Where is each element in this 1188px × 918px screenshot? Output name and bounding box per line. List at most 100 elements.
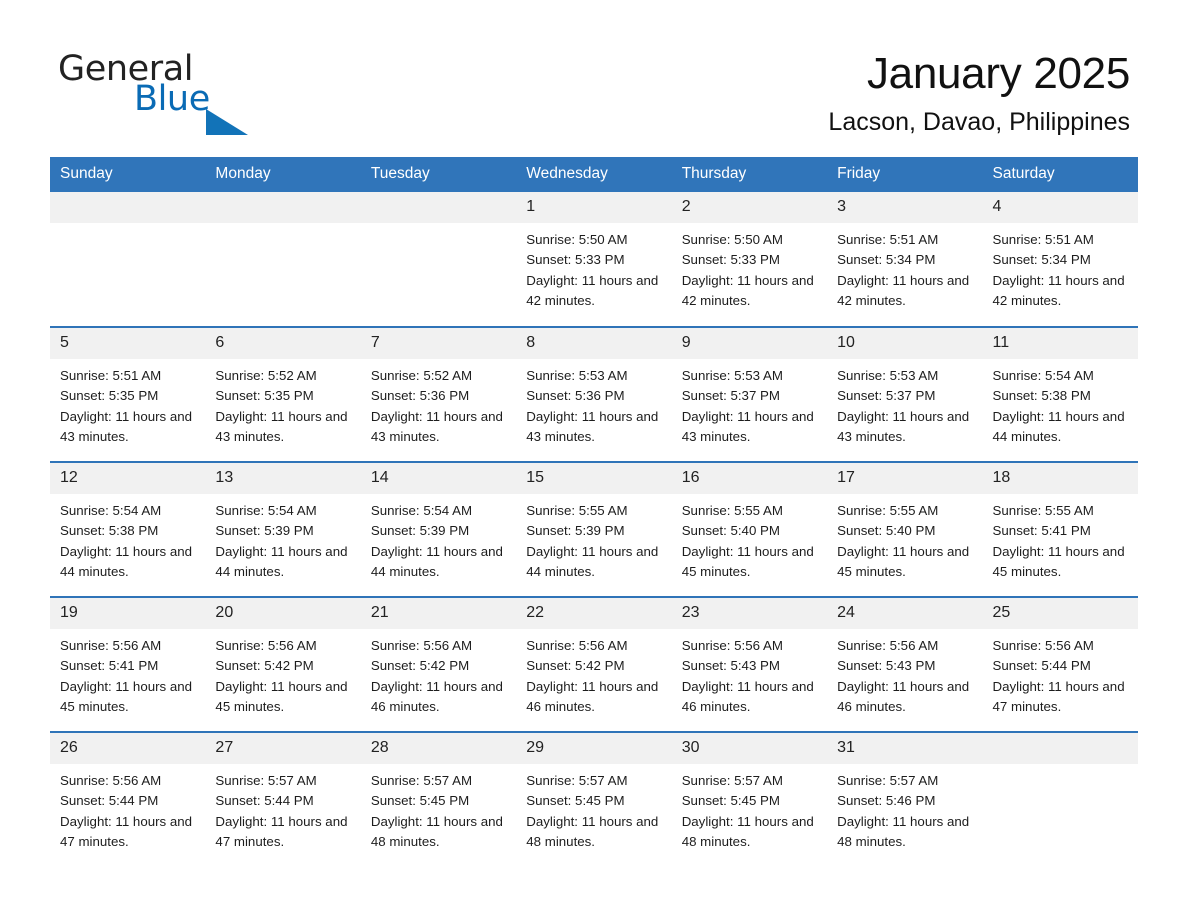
day-details: Sunrise: 5:53 AM Sunset: 5:37 PM Daylight:… (827, 359, 982, 447)
page-header: General Blue January 2025 Lacson, Davao,… (0, 0, 1188, 150)
daylight-text: Daylight: 11 hours and 42 minutes. (837, 272, 970, 308)
sunset-text: Sunset: 5:38 PM (992, 388, 1091, 404)
day-number: 17 (827, 463, 983, 494)
calendar-day-cell[interactable]: 19 Sunrise: 5:56 AM Sunset: 5:41 PM Dayligh… (50, 596, 206, 732)
calendar-day-cell[interactable]: 26 Sunrise: 5:56 AM Sunset: 5:44 PM Dayligh… (50, 731, 206, 867)
sunset-text: Sunset: 5:42 PM (215, 658, 314, 674)
sunrise-text: Sunrise: 5:53 AM (681, 368, 783, 383)
calendar-day-cell[interactable]: 22 Sunrise: 5:56 AM Sunset: 5:42 PM Dayligh… (516, 596, 672, 732)
daylight-text: Daylight: 11 hours and 43 minutes. (215, 408, 348, 444)
calendar-day-cell[interactable]: 16 Sunrise: 5:55 AM Sunset: 5:40 PM Dayligh… (671, 461, 828, 597)
sunrise-text: Sunrise: 5:56 AM (60, 773, 162, 788)
sunset-text: Sunset: 5:42 PM (526, 658, 625, 674)
calendar-day-cell[interactable]: 3 Sunrise: 5:51 AM Sunset: 5:34 PM Daylight… (827, 192, 983, 327)
day-number: 15 (516, 463, 672, 494)
day-details: Sunrise: 5:54 AM Sunset: 5:39 PM Daylight:… (205, 494, 360, 582)
daylight-text: Daylight: 11 hours and 44 minutes. (215, 543, 348, 579)
sunrise-text: Sunrise: 5:56 AM (681, 638, 783, 653)
day-number: 7 (360, 328, 517, 359)
daylight-text: Daylight: 11 hours and 45 minutes. (837, 543, 970, 579)
calendar-week-row: 5 Sunrise: 5:51 AM Sunset: 5:35 PM Daylight… (50, 326, 1138, 462)
daylight-text: Daylight: 11 hours and 45 minutes. (992, 543, 1125, 579)
day-details: Sunrise: 5:56 AM Sunset: 5:42 PM Daylight:… (516, 629, 671, 717)
calendar-week-row: 12 Sunrise: 5:54 AM Sunset: 5:38 PM Dayligh… (50, 461, 1138, 597)
day-details: Sunrise: 5:51 AM Sunset: 5:34 PM Daylight:… (827, 223, 982, 311)
sunrise-text: Sunrise: 5:51 AM (992, 232, 1094, 247)
calendar-day-cell[interactable]: 11 Sunrise: 5:54 AM Sunset: 5:38 PM Dayligh… (982, 326, 1138, 462)
day-details: Sunrise: 5:56 AM Sunset: 5:43 PM Daylight:… (827, 629, 982, 717)
daylight-text: Daylight: 11 hours and 47 minutes. (60, 813, 193, 849)
daylight-text: Daylight: 11 hours and 42 minutes. (526, 272, 659, 308)
calendar-day-cell[interactable]: 18 Sunrise: 5:55 AM Sunset: 5:41 PM Dayligh… (982, 461, 1138, 597)
calendar-day-cell[interactable]: 31 Sunrise: 5:57 AM Sunset: 5:46 PM Dayligh… (827, 731, 983, 867)
calendar-day-cell[interactable]: 15 Sunrise: 5:55 AM Sunset: 5:39 PM Dayligh… (516, 461, 672, 597)
sunrise-text: Sunrise: 5:56 AM (370, 638, 473, 653)
calendar-day-cell[interactable]: 2 Sunrise: 5:50 AM Sunset: 5:33 PM Daylight… (671, 192, 828, 327)
day-details: Sunrise: 5:55 AM Sunset: 5:41 PM Daylight:… (983, 494, 1138, 582)
general-blue-logo[interactable]: General Blue (58, 52, 318, 135)
daylight-text: Daylight: 11 hours and 44 minutes. (992, 408, 1125, 444)
calendar-day-cell[interactable]: 8 Sunrise: 5:53 AM Sunset: 5:36 PM Daylight… (516, 326, 672, 462)
calendar-day-cell[interactable]: 6 Sunrise: 5:52 AM Sunset: 5:35 PM Daylight… (205, 326, 361, 462)
calendar-day-cell[interactable]: 9 Sunrise: 5:53 AM Sunset: 5:37 PM Daylight… (671, 326, 828, 462)
daylight-text: Daylight: 11 hours and 44 minutes. (370, 543, 503, 579)
sunset-text: Sunset: 5:39 PM (215, 523, 314, 539)
sunset-text: Sunset: 5:38 PM (60, 523, 159, 539)
daylight-text: Daylight: 11 hours and 48 minutes. (837, 813, 970, 849)
sunset-text: Sunset: 5:45 PM (526, 793, 625, 809)
calendar-day-cell[interactable]: 28 Sunrise: 5:57 AM Sunset: 5:45 PM Dayligh… (360, 731, 517, 867)
calendar-day-cell[interactable]: 23 Sunrise: 5:56 AM Sunset: 5:43 PM Dayligh… (671, 596, 828, 732)
calendar-day-cell[interactable]: 21 Sunrise: 5:56 AM Sunset: 5:42 PM Dayligh… (360, 596, 517, 732)
sunrise-text: Sunrise: 5:55 AM (681, 503, 783, 518)
daylight-text: Daylight: 11 hours and 43 minutes. (681, 408, 814, 444)
calendar-day-cell[interactable]: 20 Sunrise: 5:56 AM Sunset: 5:42 PM Dayligh… (205, 596, 361, 732)
calendar-day-cell[interactable]: 12 Sunrise: 5:54 AM Sunset: 5:38 PM Dayligh… (50, 461, 206, 597)
day-number (205, 192, 361, 223)
sunrise-text: Sunrise: 5:50 AM (681, 232, 783, 247)
day-number: 29 (516, 733, 672, 764)
day-number: 27 (205, 733, 361, 764)
day-number: 16 (671, 463, 828, 494)
day-details: Sunrise: 5:54 AM Sunset: 5:38 PM Daylight:… (983, 359, 1138, 447)
calendar-day-cell[interactable]: 1 Sunrise: 5:50 AM Sunset: 5:33 PM Daylight… (516, 192, 672, 327)
day-number: 4 (982, 192, 1138, 223)
day-number: 24 (827, 598, 983, 629)
day-number: 13 (205, 463, 361, 494)
day-number: 31 (827, 733, 983, 764)
daylight-text: Daylight: 11 hours and 48 minutes. (526, 813, 659, 849)
daylight-text: Daylight: 11 hours and 43 minutes. (60, 408, 193, 444)
day-number: 11 (982, 328, 1138, 359)
calendar-day-cell[interactable]: 30 Sunrise: 5:57 AM Sunset: 5:45 PM Dayligh… (671, 731, 828, 867)
sunset-text: Sunset: 5:36 PM (526, 388, 625, 404)
calendar-day-cell[interactable]: 4 Sunrise: 5:51 AM Sunset: 5:34 PM Daylight… (982, 192, 1138, 327)
calendar-day-cell[interactable]: 27 Sunrise: 5:57 AM Sunset: 5:44 PM Dayligh… (205, 731, 361, 867)
calendar-day-cell[interactable]: 14 Sunrise: 5:54 AM Sunset: 5:39 PM Dayligh… (360, 461, 517, 597)
calendar-day-cell[interactable]: 29 Sunrise: 5:57 AM Sunset: 5:45 PM Dayligh… (516, 731, 672, 867)
calendar-day-cell[interactable]: 25 Sunrise: 5:56 AM Sunset: 5:44 PM Dayligh… (982, 596, 1138, 732)
daylight-text: Daylight: 11 hours and 48 minutes. (681, 813, 814, 849)
sunrise-text: Sunrise: 5:54 AM (370, 503, 473, 518)
page-title: January 2025 (866, 49, 1130, 98)
triangle-icon (206, 109, 248, 135)
weekday-header-friday: Friday (827, 157, 983, 192)
day-details: Sunrise: 5:56 AM Sunset: 5:44 PM Daylight:… (50, 764, 205, 852)
sunrise-text: Sunrise: 5:57 AM (526, 773, 628, 788)
calendar-day-cell[interactable]: 5 Sunrise: 5:51 AM Sunset: 5:35 PM Daylight… (50, 326, 206, 462)
daylight-text: Daylight: 11 hours and 48 minutes. (370, 813, 503, 849)
daylight-text: Daylight: 11 hours and 46 minutes. (837, 678, 970, 714)
calendar-body: 1 Sunrise: 5:50 AM Sunset: 5:33 PM Daylight… (50, 192, 1138, 867)
calendar-day-cell[interactable]: 24 Sunrise: 5:56 AM Sunset: 5:43 PM Dayligh… (827, 596, 983, 732)
daylight-text: Daylight: 11 hours and 44 minutes. (526, 543, 659, 579)
calendar-day-cell[interactable]: 17 Sunrise: 5:55 AM Sunset: 5:40 PM Dayligh… (827, 461, 983, 597)
calendar-day-cell[interactable]: 10 Sunrise: 5:53 AM Sunset: 5:37 PM Dayligh… (827, 326, 983, 462)
calendar-day-cell[interactable]: 13 Sunrise: 5:54 AM Sunset: 5:39 PM Dayligh… (205, 461, 361, 597)
calendar-day-cell[interactable]: 7 Sunrise: 5:52 AM Sunset: 5:36 PM Daylight… (360, 326, 517, 462)
sunrise-text: Sunrise: 5:57 AM (681, 773, 783, 788)
day-number: 3 (827, 192, 983, 223)
day-details: Sunrise: 5:54 AM Sunset: 5:39 PM Daylight:… (361, 494, 516, 582)
day-number: 23 (671, 598, 828, 629)
sunrise-text: Sunrise: 5:54 AM (60, 503, 162, 518)
day-details: Sunrise: 5:56 AM Sunset: 5:43 PM Daylight:… (672, 629, 827, 717)
daylight-text: Daylight: 11 hours and 43 minutes. (837, 408, 970, 444)
sunset-text: Sunset: 5:42 PM (370, 658, 470, 674)
